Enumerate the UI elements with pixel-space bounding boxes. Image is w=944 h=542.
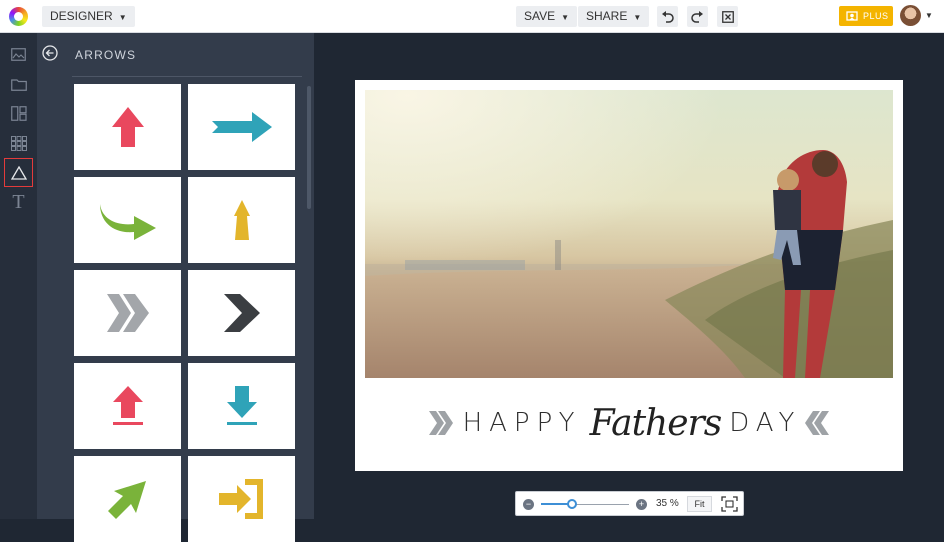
double-chevron-left-icon [805, 411, 830, 435]
redo-icon [691, 10, 703, 23]
chevron-down-icon: ▼ [118, 13, 127, 22]
divider [72, 76, 302, 77]
arrow-tile[interactable] [74, 270, 181, 356]
beach-photo[interactable] [365, 90, 893, 378]
mode-dropdown[interactable]: DESIGNER ▼ [42, 6, 135, 27]
panel-title: ARROWS [75, 48, 137, 62]
undo-icon [662, 10, 674, 23]
download-arrow-icon [226, 386, 257, 425]
rail-item-text[interactable]: T [4, 188, 33, 217]
crown-icon [846, 11, 858, 21]
undo-button[interactable] [657, 6, 678, 27]
arrow-tile[interactable] [188, 456, 295, 542]
chevron-down-icon[interactable]: ▼ [925, 11, 933, 20]
plus-label: PLUS [863, 11, 889, 21]
back-arrow-icon[interactable] [42, 45, 58, 61]
share-label: SHARE [586, 9, 628, 23]
diagonal-arrow-icon [107, 481, 146, 519]
double-chevron-right-icon [428, 411, 453, 435]
zoom-bar: − + 35 % Fit [515, 491, 744, 516]
mode-label: DESIGNER [50, 9, 113, 23]
save-button[interactable]: SAVE ▼ [516, 6, 578, 27]
grid-icon [10, 136, 27, 151]
redo-button[interactable] [687, 6, 708, 27]
arrow-right-icon [211, 112, 272, 142]
app-logo[interactable] [9, 7, 28, 26]
chevron-down-icon: ▼ [561, 13, 570, 22]
caption[interactable]: HAPPY Fathers DAY [355, 398, 903, 448]
delete-button[interactable] [717, 6, 738, 27]
arrow-up-icon [111, 107, 144, 147]
arrow-tile[interactable] [188, 363, 295, 449]
double-chevron-right-icon [106, 294, 149, 332]
folder-icon [10, 79, 27, 91]
minus-icon: − [525, 499, 532, 509]
rail-item-uploads[interactable] [4, 70, 33, 99]
panel-scrollbar[interactable] [307, 86, 311, 209]
upload-arrow-icon [112, 386, 143, 425]
text-icon: T [12, 191, 25, 213]
rail-item-layouts[interactable] [4, 99, 33, 128]
rail-item-images[interactable] [4, 40, 33, 69]
fullscreen-icon[interactable] [721, 496, 738, 512]
rail-item-shapes[interactable] [4, 158, 33, 187]
zoom-fit-button[interactable]: Fit [687, 496, 712, 512]
save-label: SAVE [524, 9, 556, 23]
chevron-right-icon [223, 294, 260, 332]
design-canvas[interactable]: HAPPY Fathers DAY [355, 80, 903, 471]
arrow-tile[interactable] [74, 84, 181, 170]
zoom-in-button[interactable]: + [636, 499, 647, 510]
arrow-up-narrow-icon [233, 200, 250, 240]
shapes-panel: ARROWS [37, 33, 314, 542]
user-avatar[interactable] [900, 5, 921, 26]
zoom-slider-knob[interactable] [566, 499, 577, 509]
zoom-percent: 35 % [656, 498, 679, 509]
close-box-icon [721, 10, 734, 23]
enter-arrow-icon [218, 479, 263, 519]
arrow-tile[interactable] [188, 177, 295, 263]
caption-day: DAY [729, 408, 802, 438]
tool-rail: T [0, 33, 37, 519]
plus-upgrade-button[interactable]: PLUS [839, 6, 893, 26]
triangle-icon [10, 165, 27, 180]
zoom-out-button[interactable]: − [523, 499, 534, 510]
rail-item-graphics[interactable] [4, 129, 33, 158]
arrow-tile[interactable] [188, 84, 295, 170]
arrow-tile[interactable] [74, 363, 181, 449]
share-button[interactable]: SHARE ▼ [578, 6, 650, 27]
caption-happy: HAPPY [462, 408, 582, 438]
arrow-tile[interactable] [74, 177, 181, 263]
layout-icon [10, 106, 27, 121]
chevron-down-icon: ▼ [633, 13, 642, 22]
image-icon [11, 48, 26, 61]
caption-fathers: Fathers [589, 402, 723, 444]
photo-scene [365, 90, 893, 378]
arrow-tile[interactable] [188, 270, 295, 356]
arrow-tile[interactable] [74, 456, 181, 542]
curved-arrow-right-icon [99, 204, 156, 240]
top-toolbar: DESIGNER ▼ SAVE ▼ SHARE ▼ PLUS ▼ [0, 0, 944, 33]
plus-icon: + [638, 499, 645, 509]
